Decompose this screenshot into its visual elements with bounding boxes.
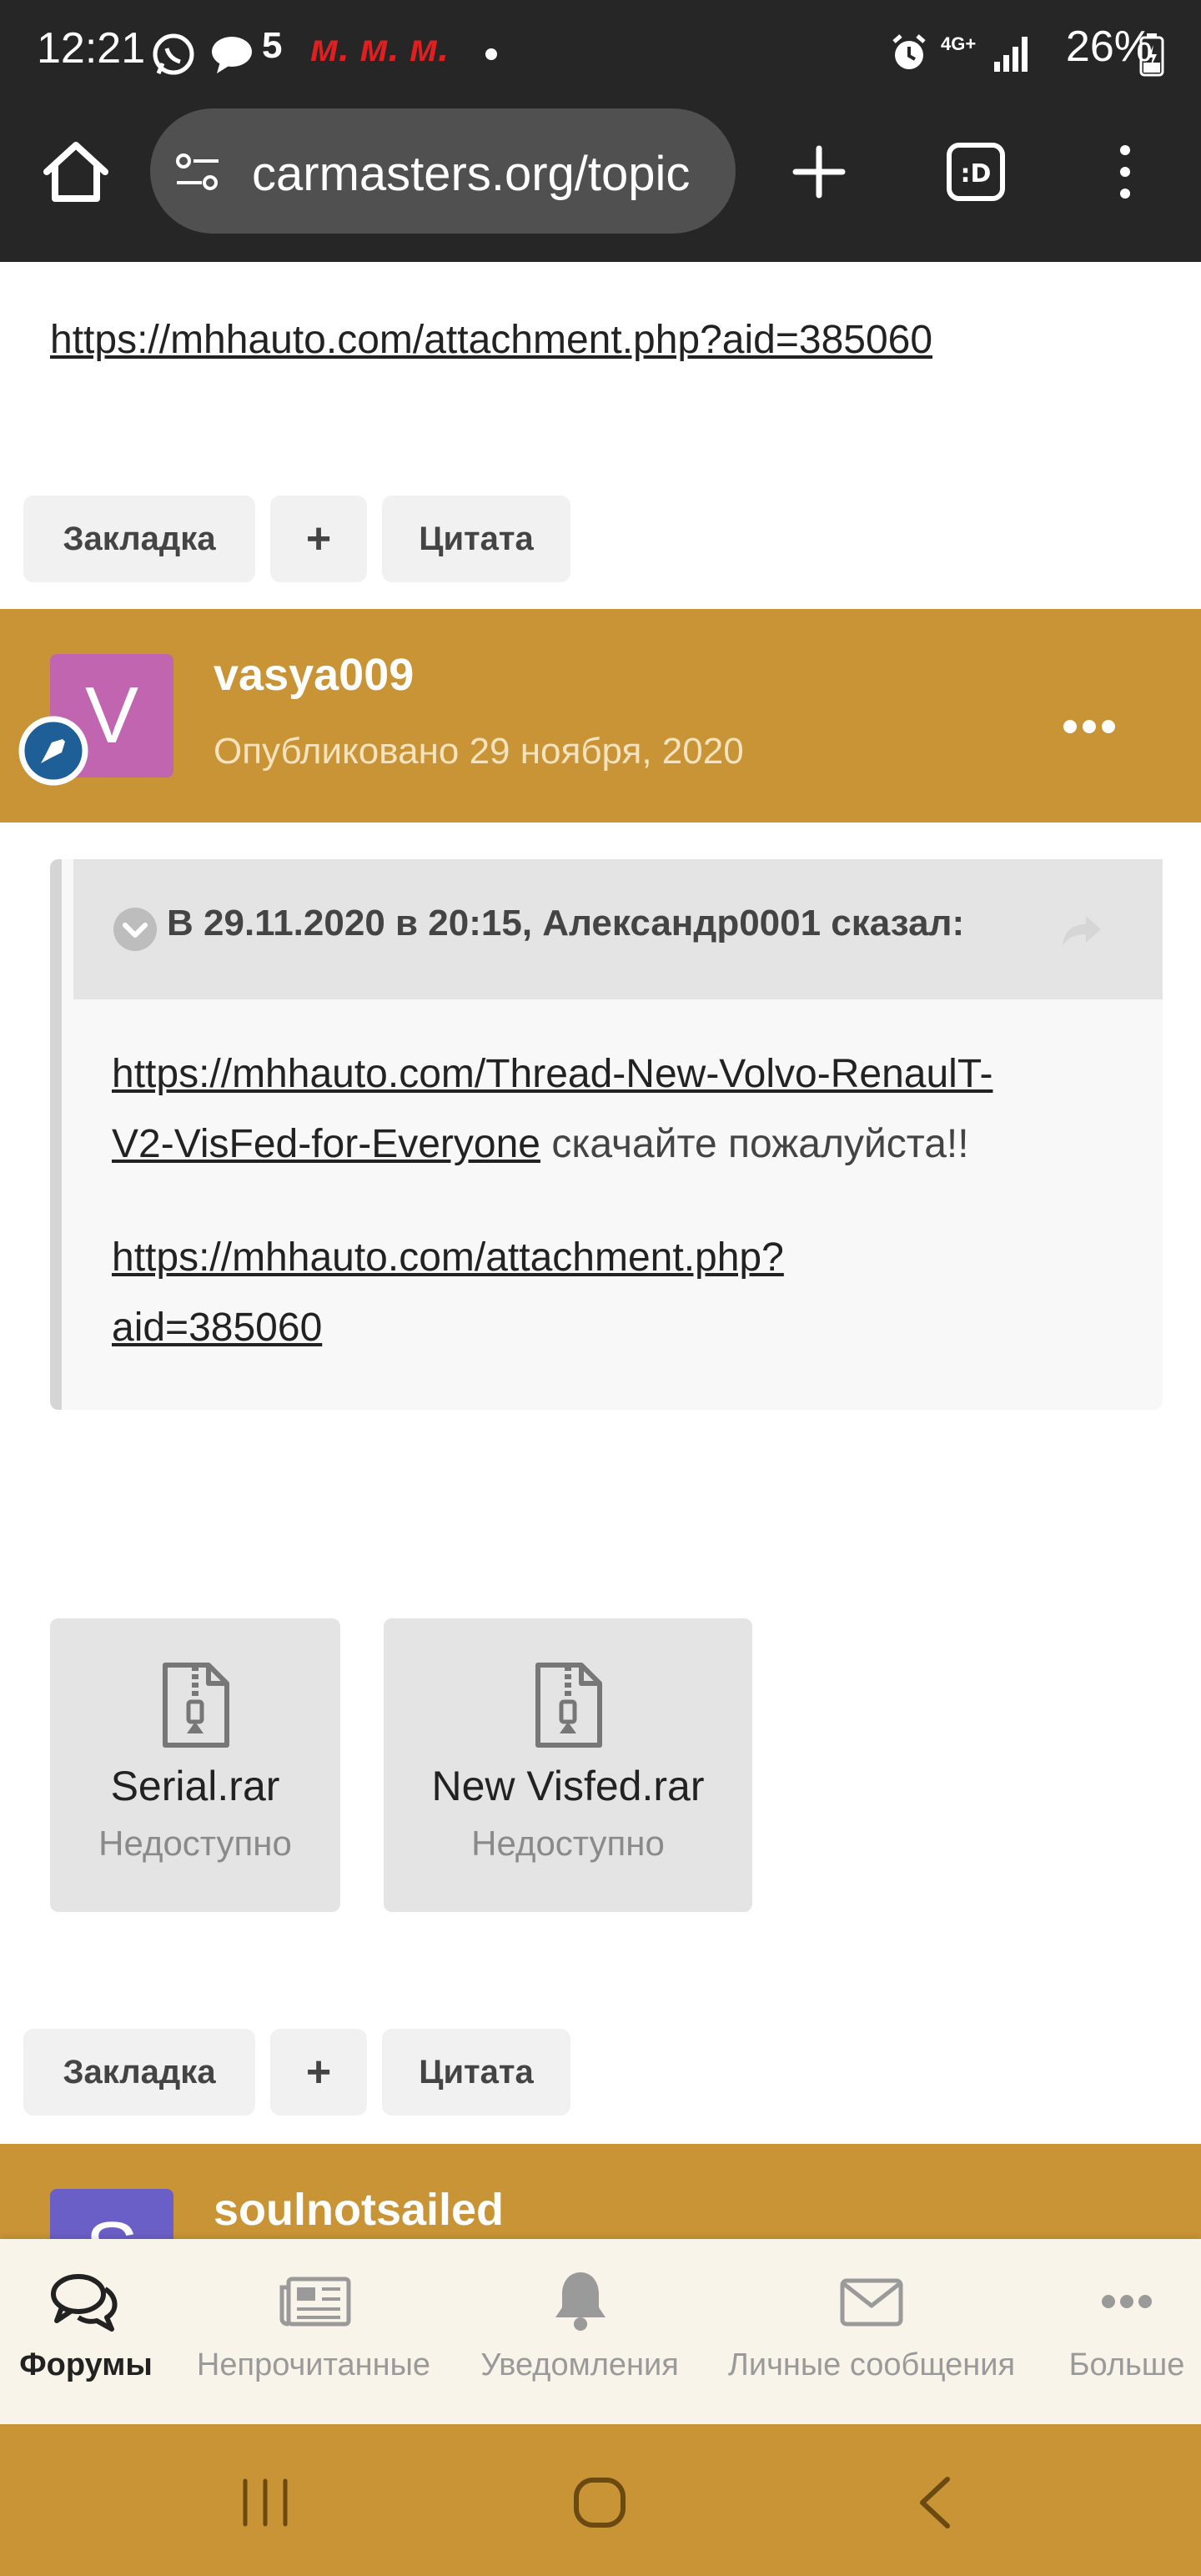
attachment-status: Недоступно	[471, 1824, 665, 1863]
quote-link-1-line2[interactable]: V2-VisFed-for-Everyone	[112, 1122, 540, 1166]
battery-icon	[1139, 33, 1164, 77]
svg-text::D: :D	[961, 159, 992, 189]
address-bar[interactable]: carmasters.org/topic	[150, 108, 736, 234]
next-post-header	[0, 2144, 1201, 2244]
new-tab-icon[interactable]	[792, 145, 846, 199]
newspaper-icon	[279, 2277, 351, 2327]
quote-title: В 29.11.2020 в 20:15, Александр0001 сказ…	[167, 903, 965, 943]
chat-bubbles-icon	[51, 2274, 118, 2332]
bottom-tab-bar: Форумы Непрочитанные Уведомления Личные …	[0, 2239, 1201, 2424]
next-post-username[interactable]: soulnotsailed	[214, 2184, 504, 2236]
archive-file-icon	[535, 1663, 602, 1748]
attachment-new-visfed[interactable]: New Visfed.rar Недоступно	[384, 1618, 752, 1912]
go-to-quoted-icon[interactable]	[1059, 913, 1103, 948]
network-type: 4G+	[941, 33, 977, 54]
message-bubble-icon	[212, 37, 252, 73]
quote-link-2-line1[interactable]: https://mhhauto.com/attachment.php?	[112, 1235, 784, 1280]
rocket-badge-icon	[18, 716, 88, 786]
alarm-icon	[892, 34, 926, 69]
collapse-chevron-icon[interactable]	[112, 906, 158, 953]
quote-paragraph-1: https://mhhauto.com/Thread-New-Volvo-Ren…	[112, 1039, 992, 1180]
url-text[interactable]: carmasters.org/topic	[252, 146, 723, 202]
notif-dot	[485, 48, 497, 60]
tab-label: Личные сообщения	[727, 2347, 1016, 2382]
status-bar: 12:21 5 м. м. м. 4G+ 26%	[0, 0, 1201, 108]
post-header	[0, 609, 1201, 823]
envelope-icon	[840, 2278, 903, 2327]
tab-private-messages[interactable]: Личные сообщения	[719, 2239, 1024, 2424]
plus-button[interactable]: +	[270, 496, 367, 582]
recent-apps-icon[interactable]	[240, 2478, 290, 2528]
whatsapp-icon	[153, 33, 194, 75]
signal-icon	[994, 37, 1028, 72]
back-nav-icon[interactable]	[914, 2474, 956, 2531]
previous-post-link[interactable]: https://mhhauto.com/attachment.php?aid=3…	[50, 317, 932, 363]
browser-menu-icon[interactable]	[1113, 143, 1138, 200]
notif-five: 5	[262, 25, 283, 66]
quote-link-1-line1[interactable]: https://mhhauto.com/Thread-New-Volvo-Ren…	[112, 1052, 992, 1096]
bookmark-button[interactable]: Закладка	[23, 496, 255, 582]
quote-text: скачайте пожалуйста!!	[540, 1122, 969, 1166]
home-icon[interactable]	[42, 140, 110, 204]
tab-forums[interactable]: Форумы	[0, 2239, 172, 2424]
system-nav-bar	[0, 2424, 1201, 2576]
quote-link-2-line2[interactable]: aid=385060	[112, 1306, 322, 1350]
tab-more[interactable]: Больше	[1053, 2239, 1201, 2424]
tab-notifications[interactable]: Уведомления	[467, 2239, 692, 2424]
post-username[interactable]: vasya009	[214, 649, 414, 701]
notif-text: м. м. м.	[310, 26, 449, 69]
attachment-serial[interactable]: Serial.rar Недоступно	[50, 1618, 340, 1912]
quote-button[interactable]: Цитата	[382, 2029, 570, 2116]
plus-button[interactable]: +	[270, 2029, 367, 2116]
status-time: 12:21	[37, 24, 146, 73]
post-options-icon[interactable]	[1063, 719, 1116, 734]
tab-switcher-icon[interactable]: :D	[946, 142, 1006, 202]
attachment-name: Serial.rar	[110, 1763, 280, 1809]
post-date: Опубликовано 29 ноября, 2020	[214, 731, 744, 772]
site-settings-icon[interactable]	[173, 152, 222, 192]
home-nav-icon[interactable]	[572, 2476, 627, 2529]
tab-label: Непрочитанные	[196, 2347, 431, 2382]
tab-label: Форумы	[19, 2347, 153, 2382]
more-dots-icon	[1102, 2295, 1152, 2308]
tab-label: Больше	[1068, 2347, 1185, 2382]
tab-label: Уведомления	[480, 2347, 679, 2382]
attachment-status: Недоступно	[98, 1824, 292, 1863]
tab-unread[interactable]: Непрочитанные	[188, 2239, 439, 2424]
quote-button[interactable]: Цитата	[382, 496, 570, 582]
attachment-name: New Visfed.rar	[431, 1763, 705, 1809]
archive-file-icon	[163, 1663, 229, 1748]
quote-paragraph-2: https://mhhauto.com/attachment.php? aid=…	[112, 1223, 784, 1363]
bookmark-button[interactable]: Закладка	[23, 2029, 255, 2116]
bell-icon	[555, 2272, 606, 2331]
